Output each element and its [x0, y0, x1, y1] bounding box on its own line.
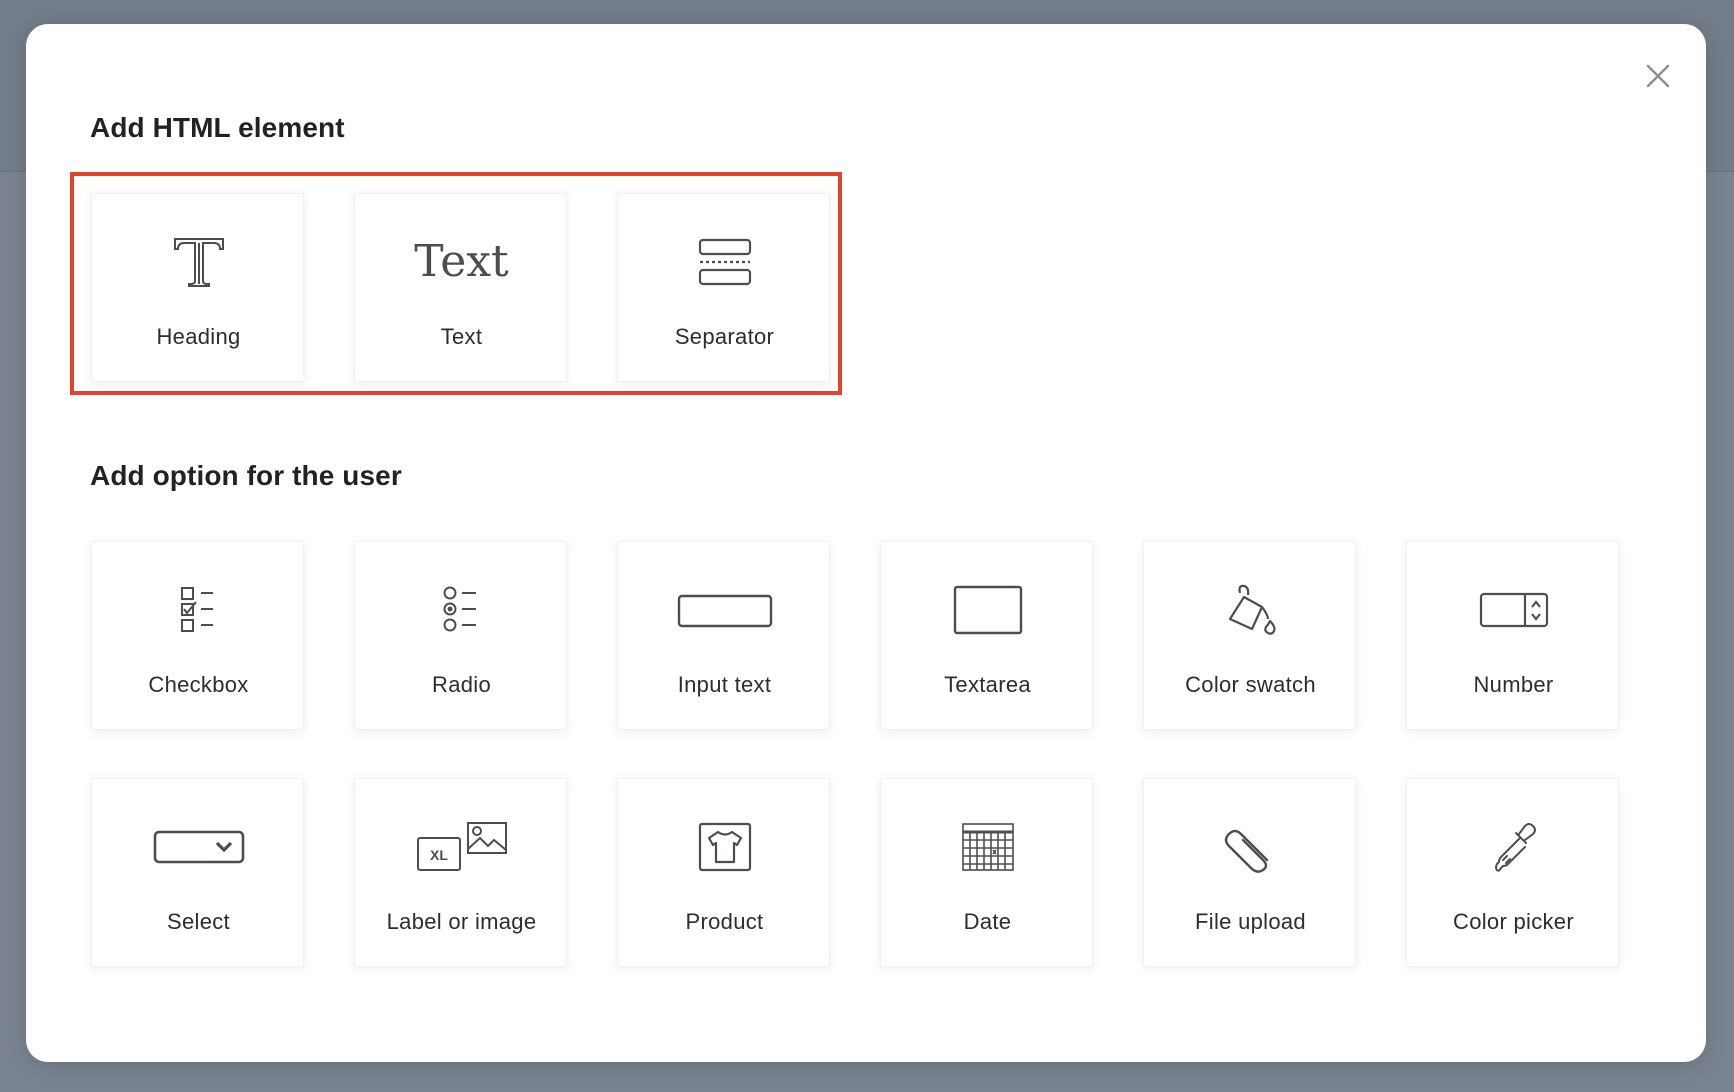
- checkbox-label: Checkbox: [148, 672, 249, 697]
- label-image-icon-text: XL: [430, 847, 448, 863]
- tshirt-icon: [618, 815, 831, 879]
- select-tile[interactable]: Select: [91, 778, 304, 967]
- text-tile[interactable]: Text Text: [354, 193, 567, 382]
- input-text-label: Input text: [677, 672, 772, 697]
- heading-icon: [92, 230, 305, 294]
- separator-icon: [618, 230, 831, 294]
- file-upload-label: File upload: [1195, 909, 1306, 934]
- eyedropper-icon: [1407, 815, 1620, 879]
- text-icon: Text: [355, 230, 568, 294]
- number-label: Number: [1473, 672, 1554, 697]
- checkbox-list-icon: [92, 578, 305, 642]
- file-upload-tile[interactable]: File upload: [1143, 778, 1356, 967]
- html-section-title: Add HTML element: [90, 112, 345, 143]
- color-swatch-label: Color swatch: [1185, 672, 1316, 697]
- input-text-tile[interactable]: Input text: [617, 541, 830, 730]
- number-tile[interactable]: Number: [1406, 541, 1619, 730]
- checkbox-tile[interactable]: Checkbox: [91, 541, 304, 730]
- date-tile[interactable]: Date: [880, 778, 1093, 967]
- color-swatch-tile[interactable]: Color swatch: [1143, 541, 1356, 730]
- label-image-icon: XL: [355, 815, 568, 879]
- label-or-image-label: Label or image: [386, 909, 537, 934]
- separator-tile[interactable]: Separator: [617, 193, 830, 382]
- color-picker-label: Color picker: [1453, 909, 1574, 934]
- text-icon-glyph: Text: [414, 236, 509, 287]
- add-element-dialog: Add HTML element Heading Text Text Separ…: [26, 24, 1706, 1062]
- radio-list-icon: [355, 578, 568, 642]
- select-label: Select: [167, 909, 230, 934]
- heading-tile[interactable]: Heading: [91, 193, 304, 382]
- paint-bucket-icon: [1144, 578, 1357, 642]
- input-text-icon: [618, 578, 831, 642]
- product-label: Product: [685, 909, 764, 934]
- heading-label: Heading: [156, 324, 241, 349]
- close-icon: [1646, 64, 1670, 88]
- close-button[interactable]: [1638, 56, 1678, 96]
- product-tile[interactable]: Product: [617, 778, 830, 967]
- color-picker-tile[interactable]: Color picker: [1406, 778, 1619, 967]
- date-label: Date: [963, 909, 1012, 934]
- paperclip-icon: [1144, 815, 1357, 879]
- radio-tile[interactable]: Radio: [354, 541, 567, 730]
- text-label: Text: [440, 324, 483, 349]
- number-stepper-icon: [1407, 578, 1620, 642]
- textarea-tile[interactable]: Textarea: [880, 541, 1093, 730]
- option-section-title: Add option for the user: [90, 460, 402, 491]
- separator-label: Separator: [674, 324, 775, 349]
- select-dropdown-icon: [92, 815, 305, 879]
- label-or-image-tile[interactable]: XL Label or image: [354, 778, 567, 967]
- textarea-label: Textarea: [944, 672, 1031, 697]
- textarea-icon: [881, 578, 1094, 642]
- radio-label: Radio: [432, 672, 491, 697]
- calendar-icon: [881, 815, 1094, 879]
